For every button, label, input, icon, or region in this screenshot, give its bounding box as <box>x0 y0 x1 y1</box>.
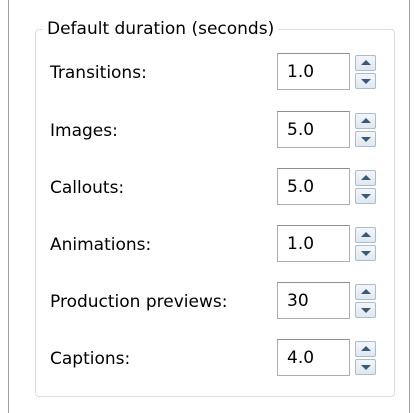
captions-increment-button[interactable] <box>355 341 376 357</box>
spin-up-arrow-icon <box>361 118 371 123</box>
spin-down-arrow-icon <box>361 365 371 370</box>
captions-decrement-button[interactable] <box>355 359 376 375</box>
captions-spinner <box>355 341 376 375</box>
callouts-increment-button[interactable] <box>355 170 376 186</box>
transitions-spinner <box>355 55 376 89</box>
images-decrement-button[interactable] <box>355 131 376 147</box>
callouts-decrement-button[interactable] <box>355 188 376 204</box>
captions-duration-input[interactable] <box>277 339 350 376</box>
production-previews-spinner <box>355 284 376 318</box>
images-spinner <box>355 113 376 147</box>
production-previews-duration-input[interactable] <box>277 282 350 319</box>
captions-label: Captions: <box>50 349 131 369</box>
spin-down-arrow-icon <box>361 79 371 84</box>
animations-label: Animations: <box>50 235 152 255</box>
transitions-decrement-button[interactable] <box>355 73 376 89</box>
spin-down-arrow-icon <box>361 308 371 313</box>
settings-panel: Default duration (seconds) Transitions: … <box>8 0 410 413</box>
spin-up-arrow-icon <box>361 289 371 294</box>
images-label: Images: <box>50 121 118 141</box>
production-previews-increment-button[interactable] <box>355 284 376 300</box>
spin-down-arrow-icon <box>361 137 371 142</box>
images-increment-button[interactable] <box>355 113 376 129</box>
animations-increment-button[interactable] <box>355 227 376 243</box>
animations-duration-input[interactable] <box>277 225 350 262</box>
callouts-duration-input[interactable] <box>277 168 350 205</box>
spin-up-arrow-icon <box>361 232 371 237</box>
production-previews-label: Production previews: <box>50 292 228 312</box>
animations-decrement-button[interactable] <box>355 245 376 261</box>
transitions-duration-input[interactable] <box>277 53 350 90</box>
callouts-label: Callouts: <box>50 178 125 198</box>
images-duration-input[interactable] <box>277 111 350 148</box>
spin-up-arrow-icon <box>361 60 371 65</box>
production-previews-decrement-button[interactable] <box>355 302 376 318</box>
spin-up-arrow-icon <box>361 175 371 180</box>
spin-down-arrow-icon <box>361 194 371 199</box>
spin-up-arrow-icon <box>361 346 371 351</box>
animations-spinner <box>355 227 376 261</box>
spin-down-arrow-icon <box>361 251 371 256</box>
callouts-spinner <box>355 170 376 204</box>
group-title: Default duration (seconds) <box>43 17 279 41</box>
transitions-increment-button[interactable] <box>355 55 376 71</box>
transitions-label: Transitions: <box>50 63 147 83</box>
